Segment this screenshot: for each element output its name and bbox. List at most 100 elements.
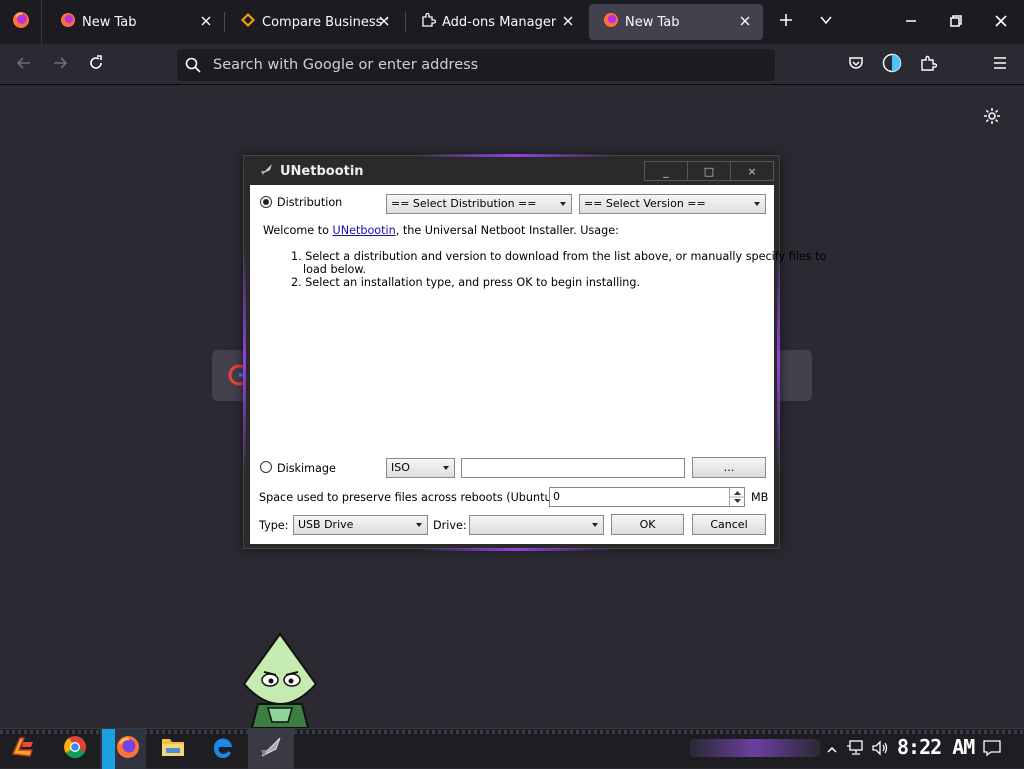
tab-label: New Tab bbox=[625, 14, 680, 30]
welcome-text: Welcome to UNetbootin, the Universal Net… bbox=[263, 224, 619, 237]
dropdown-arrow-icon bbox=[560, 202, 566, 206]
firefox-view-button[interactable] bbox=[0, 0, 42, 44]
space-stepper[interactable] bbox=[729, 488, 745, 506]
version-select[interactable]: == Select Version == bbox=[579, 194, 766, 214]
pocket-button[interactable] bbox=[843, 52, 869, 78]
tab-new-tab-active[interactable]: New Tab bbox=[589, 4, 763, 40]
drive-select[interactable] bbox=[469, 515, 604, 535]
diskimage-type-select[interactable]: ISO bbox=[386, 458, 455, 478]
dropdown-arrow-icon bbox=[416, 523, 422, 527]
chrome-icon bbox=[63, 735, 87, 763]
unetbootin-icon bbox=[260, 162, 274, 180]
plus-icon bbox=[778, 12, 794, 32]
network-icon bbox=[846, 740, 864, 760]
tab-bar: New Tab Compare Business Sof Add-ons Man… bbox=[0, 0, 1024, 44]
list-all-tabs-button[interactable] bbox=[810, 0, 842, 44]
search-icon bbox=[184, 56, 202, 78]
unetbootin-link[interactable]: UNetbootin bbox=[333, 224, 396, 237]
type-select[interactable]: USB Drive bbox=[293, 515, 428, 535]
decorative-glow bbox=[777, 246, 780, 476]
browse-button[interactable]: ... bbox=[692, 457, 766, 478]
ok-button[interactable]: OK bbox=[611, 514, 684, 535]
diskimage-path-field[interactable] bbox=[461, 458, 685, 478]
usage-step-1: 1. Select a distribution and version to … bbox=[291, 250, 827, 263]
reload-button[interactable] bbox=[83, 52, 109, 78]
newtab-settings-button[interactable] bbox=[982, 106, 1002, 130]
type-select-value: USB Drive bbox=[298, 518, 354, 531]
network-button[interactable] bbox=[846, 740, 864, 760]
forward-button[interactable] bbox=[47, 52, 73, 78]
close-window-button[interactable] bbox=[978, 0, 1024, 44]
url-bar[interactable] bbox=[177, 49, 775, 81]
back-button[interactable] bbox=[11, 52, 37, 78]
unetbootin-icon bbox=[259, 735, 283, 763]
speaker-icon bbox=[871, 740, 889, 760]
site-favicon-icon bbox=[240, 12, 256, 32]
taskbar-clock[interactable]: 8:22 AM bbox=[897, 735, 975, 759]
new-tab-button[interactable] bbox=[770, 0, 802, 44]
account-button[interactable] bbox=[879, 52, 905, 78]
close-tab-icon[interactable] bbox=[560, 13, 576, 29]
dialog-window-controls: _ □ × bbox=[644, 161, 774, 181]
unetbootin-dialog: UNetbootin _ □ × Distribution == Select … bbox=[243, 154, 826, 551]
dropdown-arrow-icon bbox=[592, 523, 598, 527]
welcome-suffix: , the Universal Netboot Installer. Usage… bbox=[395, 224, 619, 237]
decorative-glow bbox=[414, 154, 614, 157]
chevron-up-icon bbox=[826, 741, 838, 760]
distribution-select[interactable]: == Select Distribution == bbox=[386, 194, 572, 214]
taskbar-edge[interactable] bbox=[200, 729, 246, 769]
firefox-icon bbox=[60, 12, 76, 32]
close-tab-icon[interactable] bbox=[737, 13, 753, 29]
start-button[interactable] bbox=[0, 729, 46, 769]
cancel-button[interactable]: Cancel bbox=[692, 514, 766, 535]
tab-new-tab-1[interactable]: New Tab bbox=[46, 4, 224, 40]
taskbar-file-explorer[interactable] bbox=[150, 729, 196, 769]
minimize-button[interactable] bbox=[888, 0, 934, 44]
extensions-button[interactable] bbox=[915, 52, 941, 78]
close-tab-icon[interactable] bbox=[376, 13, 392, 29]
dialog-title: UNetbootin bbox=[280, 163, 364, 179]
tab-label: Compare Business Sof bbox=[262, 14, 388, 30]
dropdown-arrow-icon bbox=[443, 466, 449, 470]
reload-icon bbox=[87, 54, 105, 76]
start-icon bbox=[10, 734, 36, 764]
notifications-button[interactable] bbox=[983, 740, 1001, 760]
puzzle-icon bbox=[420, 12, 437, 32]
taskbar-firefox[interactable] bbox=[100, 729, 146, 769]
tab-compare-business[interactable]: Compare Business Sof bbox=[226, 4, 404, 40]
app-menu-button[interactable] bbox=[987, 52, 1013, 78]
dialog-maximize-button[interactable]: □ bbox=[688, 162, 731, 180]
usage-step-2: 2. Select an installation type, and pres… bbox=[291, 276, 641, 289]
dialog-close-button[interactable]: × bbox=[731, 162, 773, 180]
welcome-prefix: Welcome to bbox=[263, 224, 333, 237]
diskimage-radio[interactable] bbox=[260, 461, 272, 473]
account-icon bbox=[882, 53, 902, 77]
dialog-title-bar: UNetbootin bbox=[260, 161, 364, 181]
navigation-toolbar bbox=[0, 44, 1024, 85]
close-icon bbox=[994, 13, 1008, 32]
url-input[interactable] bbox=[211, 49, 751, 81]
tab-label: Add-ons Manager bbox=[442, 14, 557, 30]
tab-addons-manager[interactable]: Add-ons Manager bbox=[406, 4, 586, 40]
hamburger-menu-icon bbox=[992, 55, 1008, 75]
tab-label: New Tab bbox=[82, 14, 137, 30]
restore-button[interactable] bbox=[934, 0, 978, 44]
volume-button[interactable] bbox=[871, 740, 889, 760]
type-label: Type: bbox=[259, 519, 289, 532]
distribution-label: Distribution bbox=[277, 196, 343, 209]
close-tab-icon[interactable] bbox=[198, 13, 214, 29]
arrow-left-icon bbox=[15, 54, 33, 76]
taskbar-chrome[interactable] bbox=[52, 729, 98, 769]
distribution-select-value: == Select Distribution == bbox=[391, 197, 537, 210]
arrow-right-icon bbox=[51, 54, 69, 76]
firefox-icon bbox=[12, 11, 30, 33]
usage-step-1-cont: load below. bbox=[303, 263, 367, 276]
distribution-radio[interactable] bbox=[260, 196, 272, 208]
space-spinbox[interactable]: 0 bbox=[549, 487, 745, 507]
space-unit: MB bbox=[751, 491, 769, 504]
folder-icon bbox=[161, 736, 185, 762]
taskbar-unetbootin[interactable] bbox=[248, 729, 294, 769]
dialog-minimize-button[interactable]: _ bbox=[645, 162, 688, 180]
show-hidden-icons-button[interactable] bbox=[826, 741, 838, 760]
tab-separator bbox=[224, 12, 225, 32]
